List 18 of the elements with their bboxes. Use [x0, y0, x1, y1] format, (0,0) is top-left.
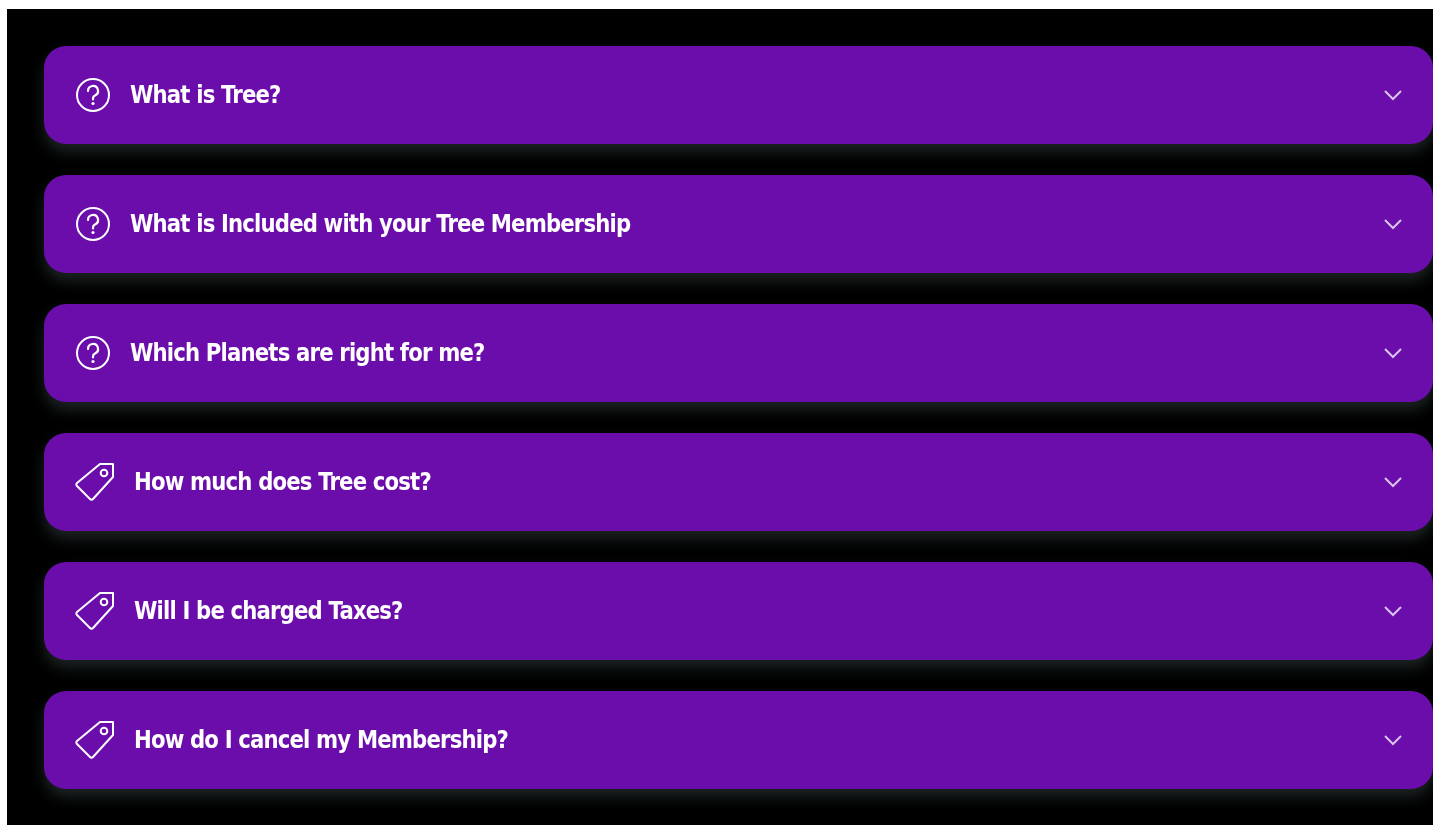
question-icon — [74, 334, 112, 372]
faq-item[interactable]: Which Planets are right for me? — [44, 304, 1433, 402]
faq-item[interactable]: Will I be charged Taxes? — [44, 562, 1433, 660]
chevron-icon — [1383, 218, 1403, 230]
chevron-icon — [1383, 734, 1403, 746]
faq-item[interactable]: How do I cancel my Membership? — [44, 691, 1433, 789]
tag-icon — [74, 591, 116, 631]
chevron-icon — [1383, 347, 1403, 359]
chevron-icon — [1383, 476, 1403, 488]
question-icon — [74, 76, 112, 114]
faq-item[interactable]: What is Included with your Tree Membership — [44, 175, 1433, 273]
tag-icon — [74, 720, 116, 760]
chevron-icon — [1383, 89, 1403, 101]
tag-icon — [74, 462, 116, 502]
chevron-icon — [1383, 605, 1403, 617]
question-icon — [74, 205, 112, 243]
faq-item[interactable]: What is Tree? — [44, 46, 1433, 144]
faq-item[interactable]: How much does Tree cost? — [44, 433, 1433, 531]
